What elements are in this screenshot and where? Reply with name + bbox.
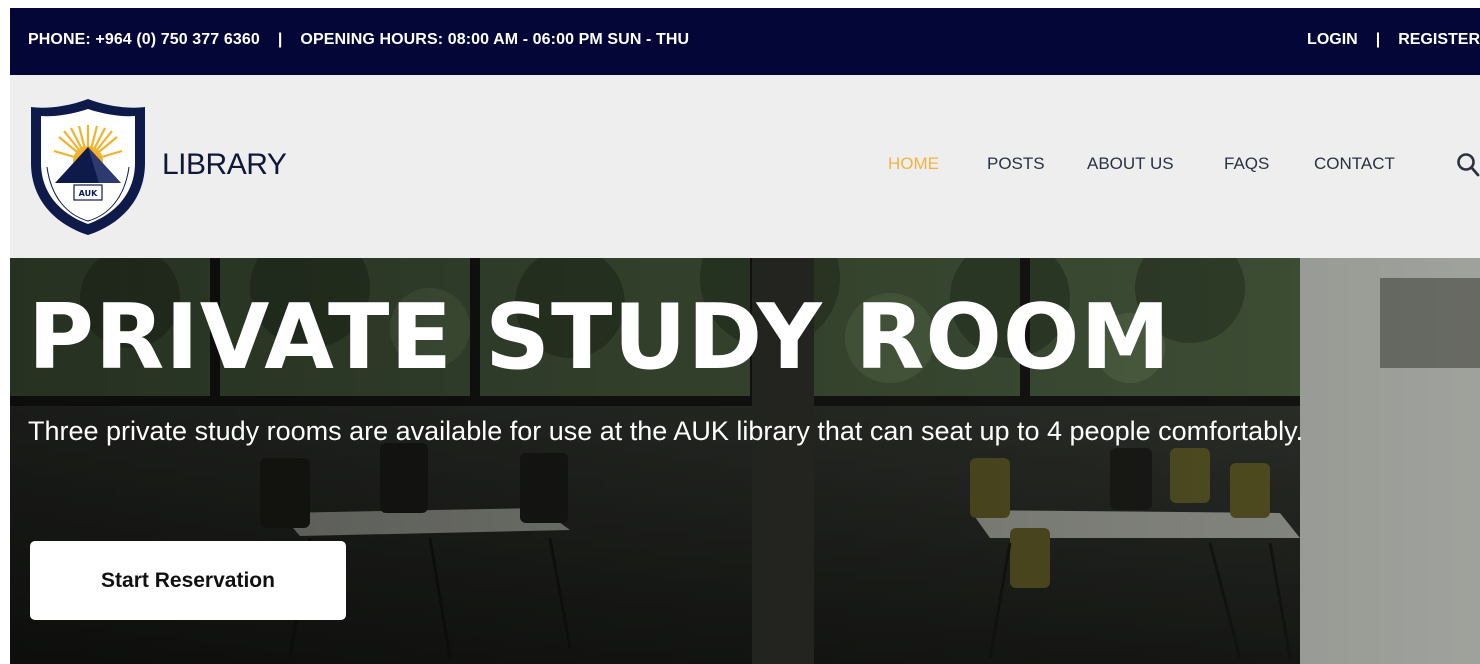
svg-text:AUK: AUK [79, 189, 98, 198]
nav-contact[interactable]: CONTACT [1314, 154, 1395, 174]
phone-text: PHONE: +964 (0) 750 377 6360 [28, 31, 260, 48]
nav-faqs[interactable]: FAQS [1224, 154, 1269, 174]
login-link[interactable]: LOGIN [1307, 31, 1358, 48]
top-info-bar: PHONE: +964 (0) 750 377 6360 | OPENING HOU… [10, 8, 1480, 75]
topbar-separator: | [277, 31, 283, 48]
page: PHONE: +964 (0) 750 377 6360 | OPENING HOU… [10, 8, 1480, 664]
hero-title: PRIVATE STUDY ROOM [28, 285, 1171, 390]
site-header: AUK LIBRARY HOME POSTS ABOUT US FAQS CON… [10, 75, 1480, 258]
hero-section: PRIVATE STUDY ROOM Three private study r… [10, 258, 1480, 664]
nav-about-us[interactable]: ABOUT US [1087, 154, 1174, 174]
account-links: LOGIN | REGISTER [1307, 31, 1480, 49]
nav-home[interactable]: HOME [888, 154, 939, 174]
main-nav: HOME POSTS ABOUT US FAQS CONTACT [10, 152, 1480, 184]
account-separator: | [1375, 31, 1381, 48]
search-icon[interactable] [1456, 152, 1480, 178]
register-link[interactable]: REGISTER [1398, 31, 1480, 48]
opening-hours-text: OPENING HOURS: 08:00 AM - 06:00 PM SUN -… [300, 31, 690, 48]
nav-posts[interactable]: POSTS [987, 154, 1045, 174]
hero-description: Three private study rooms are available … [28, 416, 1304, 446]
contact-info: PHONE: +964 (0) 750 377 6360 | OPENING HOU… [28, 31, 689, 49]
start-reservation-button[interactable]: Start Reservation [30, 541, 346, 620]
